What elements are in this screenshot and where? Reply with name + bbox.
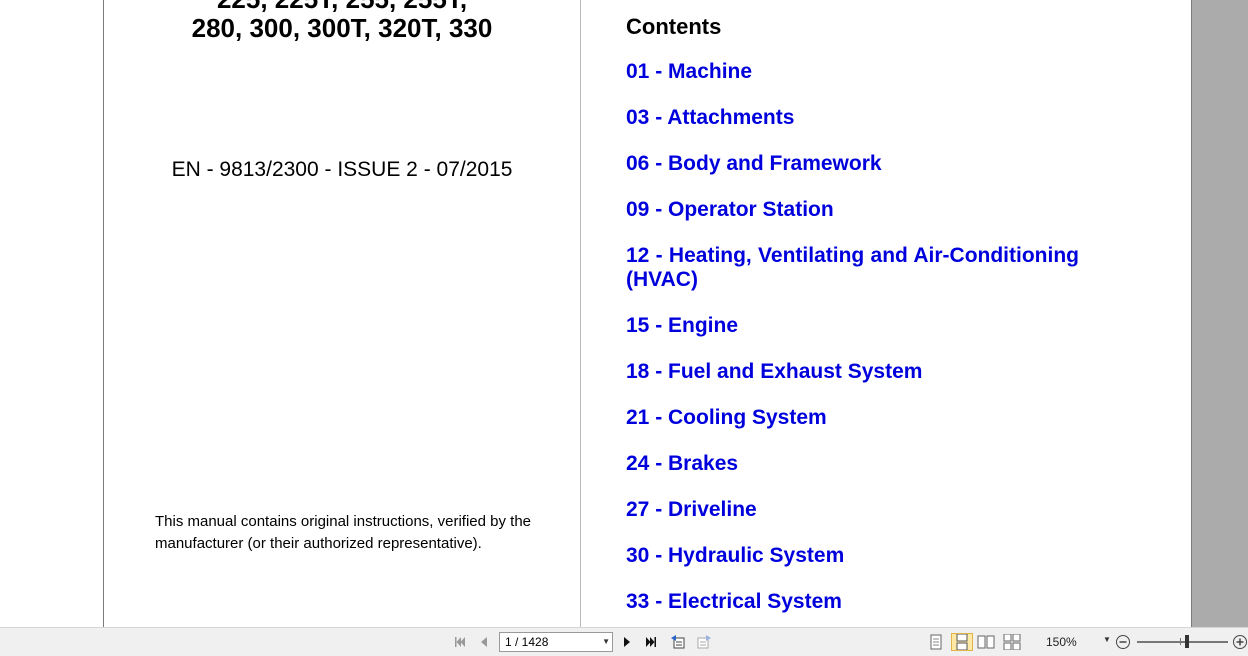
zoom-slider-tick <box>1180 638 1181 645</box>
single-page-icon[interactable] <box>927 633 945 651</box>
zoom-dropdown-arrow-icon[interactable]: ▼ <box>1103 635 1111 644</box>
page-number-input[interactable]: 1 / 1428 ▼ <box>499 632 613 652</box>
zoom-out-icon[interactable] <box>1114 633 1132 651</box>
document-viewport[interactable]: 225, 225T, 255, 255T, 280, 300, 300T, 32… <box>0 0 1248 627</box>
toc-link-hydraulic[interactable]: 30 - Hydraulic System <box>626 544 1079 568</box>
table-of-contents: 01 - Machine 03 - Attachments 06 - Body … <box>626 60 1079 627</box>
toc-link-driveline[interactable]: 27 - Driveline <box>626 498 1079 522</box>
continuous-facing-icon[interactable] <box>1003 633 1021 651</box>
toc-link-fuel-exhaust[interactable]: 18 - Fuel and Exhaust System <box>626 360 1079 384</box>
toc-link-body-framework[interactable]: 06 - Body and Framework <box>626 152 1079 176</box>
zoom-slider-thumb[interactable] <box>1185 635 1189 648</box>
viewer-gutter <box>1192 0 1248 627</box>
column-divider <box>580 0 581 627</box>
toc-link-engine[interactable]: 15 - Engine <box>626 314 1079 338</box>
contents-title: Contents <box>626 14 722 39</box>
pdf-page: 225, 225T, 255, 255T, 280, 300, 300T, 32… <box>103 0 1192 627</box>
toc-link-hvac[interactable]: 12 - Heating, Ventilating and Air-Condit… <box>626 244 1079 292</box>
document-id: EN - 9813/2300 - ISSUE 2 - 07/2015 <box>171 158 513 181</box>
zoom-in-icon[interactable] <box>1231 633 1248 651</box>
continuous-page-icon[interactable] <box>951 633 973 651</box>
toc-link-attachments[interactable]: 03 - Attachments <box>626 106 1079 130</box>
next-page-icon[interactable] <box>618 633 636 651</box>
models-heading: 280, 300, 300T, 320T, 330 <box>191 13 493 43</box>
prev-view-icon[interactable] <box>669 633 687 651</box>
manual-notice: This manual contains original instructio… <box>155 513 532 552</box>
viewer-toolbar: 1 / 1428 ▼ 150% ▼ <box>0 627 1248 656</box>
zoom-slider-track[interactable] <box>1137 641 1228 643</box>
toc-link-cooling[interactable]: 21 - Cooling System <box>626 406 1079 430</box>
models-heading-partial: 225, 225T, 255, 255T, <box>104 0 580 12</box>
facing-pages-icon[interactable] <box>977 633 995 651</box>
page-dropdown-arrow-icon[interactable]: ▼ <box>602 633 610 651</box>
next-view-icon[interactable] <box>695 633 713 651</box>
toc-link-brakes[interactable]: 24 - Brakes <box>626 452 1079 476</box>
page-indicator: 1 / 1428 <box>505 635 549 649</box>
toc-link-machine[interactable]: 01 - Machine <box>626 60 1079 84</box>
first-page-icon[interactable] <box>451 633 469 651</box>
zoom-level[interactable]: 150% <box>1046 635 1077 649</box>
toc-link-operator-station[interactable]: 09 - Operator Station <box>626 198 1079 222</box>
last-page-icon[interactable] <box>642 633 660 651</box>
prev-page-icon[interactable] <box>475 633 493 651</box>
toc-link-electrical[interactable]: 33 - Electrical System <box>626 590 1079 614</box>
